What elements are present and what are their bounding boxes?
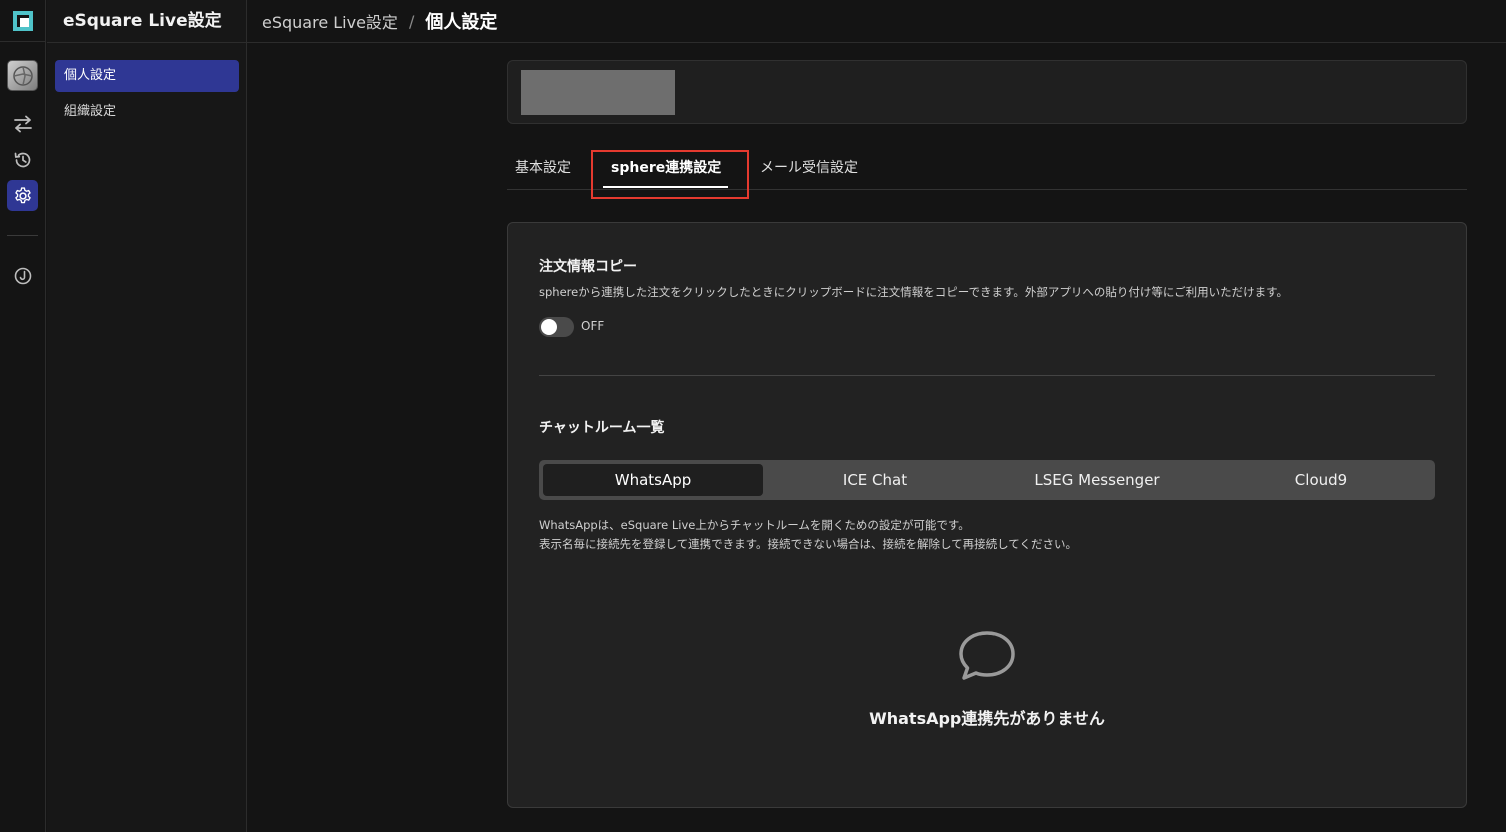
sidebar-title: eSquare Live設定 <box>47 0 246 43</box>
toggle-state-label: OFF <box>581 319 605 333</box>
segment-cloud9[interactable]: Cloud9 <box>1211 464 1431 496</box>
toggle-knob <box>541 319 557 335</box>
sphere-settings-card: 注文情報コピー sphereから連携した注文をクリックしたときにクリップボードに… <box>507 222 1467 808</box>
swap-icon <box>13 115 32 132</box>
gear-icon <box>14 186 31 203</box>
swap-button[interactable] <box>7 108 38 139</box>
tab-basic-settings[interactable]: 基本設定 <box>515 150 571 190</box>
history-button[interactable] <box>7 144 38 175</box>
segment-ice-chat[interactable]: ICE Chat <box>765 464 985 496</box>
page-title: 個人設定 <box>425 12 498 33</box>
tab-mail-settings[interactable]: メール受信設定 <box>760 150 858 190</box>
logo-icon <box>13 10 33 31</box>
chat-provider-segmented-control: WhatsApp ICE Chat LSEG Messenger Cloud9 <box>539 460 1435 500</box>
settings-button[interactable] <box>7 180 38 211</box>
order-copy-toggle[interactable] <box>539 317 574 337</box>
chat-bubble-icon <box>957 629 1017 685</box>
breadcrumb-parent[interactable]: eSquare Live設定 <box>262 9 398 33</box>
history-icon <box>14 152 30 167</box>
sidebar: eSquare Live設定 個人設定 組織設定 <box>47 0 247 832</box>
avatar-image-icon <box>12 65 33 86</box>
breadcrumb: eSquare Live設定 / 個人設定 <box>247 0 1506 43</box>
profile-image-placeholder <box>521 70 675 115</box>
app-logo[interactable] <box>0 0 46 42</box>
segment-lseg-messenger[interactable]: LSEG Messenger <box>987 464 1207 496</box>
section-divider <box>539 375 1435 376</box>
profile-card <box>507 60 1467 124</box>
j-button[interactable] <box>7 260 38 291</box>
empty-state-message: WhatsApp連携先がありません <box>869 709 1105 728</box>
j-circle-icon <box>14 267 31 284</box>
order-copy-description: sphereから連携した注文をクリックしたときにクリップボードに注文情報をコピー… <box>539 285 1288 299</box>
chat-description-line2: 表示名毎に接続先を登録して連携できます。接続できない場合は、接続を解除して再接続… <box>539 537 1077 551</box>
chat-description-line1: WhatsAppは、eSquare Live上からチャットルームを開くための設定… <box>539 518 970 532</box>
chat-rooms-title: チャットルーム一覧 <box>539 420 665 436</box>
segment-whatsapp[interactable]: WhatsApp <box>543 464 763 496</box>
breadcrumb-separator: / <box>408 11 415 31</box>
rail-divider <box>7 235 38 236</box>
order-copy-title: 注文情報コピー <box>539 259 637 275</box>
avatar[interactable] <box>7 60 38 91</box>
icon-rail <box>0 0 46 832</box>
highlight-annotation <box>591 150 749 199</box>
sidebar-item-personal-settings[interactable]: 個人設定 <box>55 60 239 92</box>
sidebar-item-organization-settings[interactable]: 組織設定 <box>55 96 239 128</box>
